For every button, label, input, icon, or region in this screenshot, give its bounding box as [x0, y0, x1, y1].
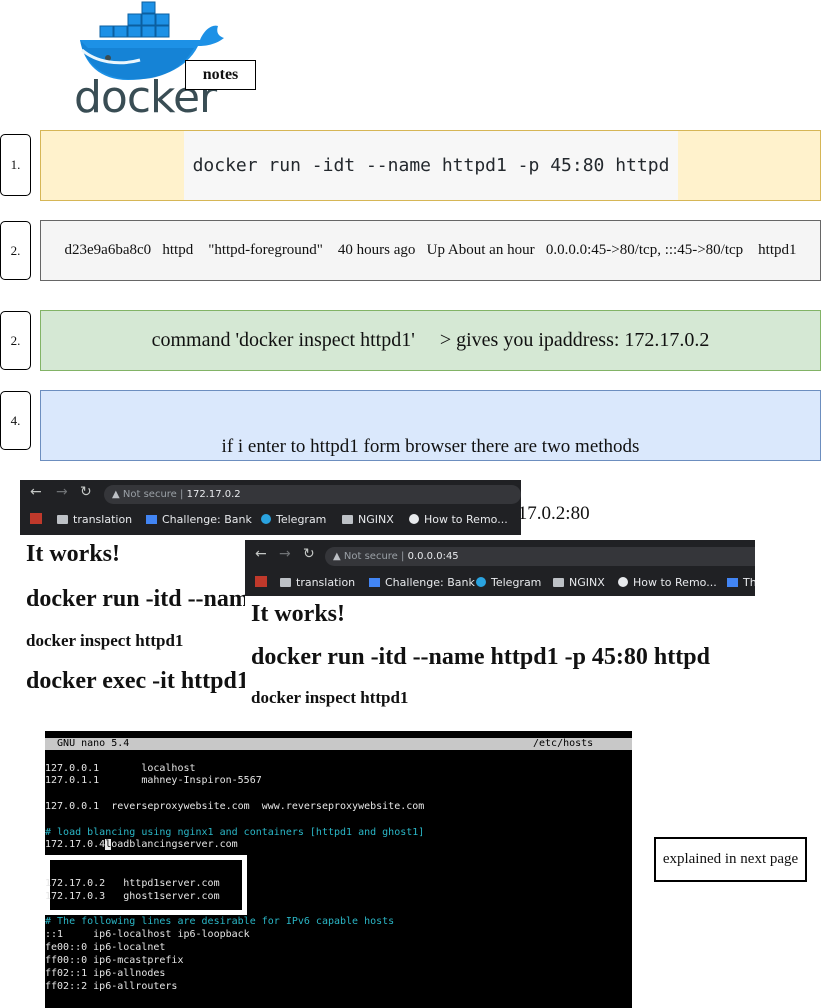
- video-icon: [369, 578, 380, 587]
- bookmark-nginx[interactable]: NGINX: [553, 576, 605, 589]
- address-bar[interactable]: ▲ Not secure | 172.17.0.2: [104, 485, 521, 504]
- page-b-line2: docker inspect httpd1: [251, 688, 409, 707]
- forward-arrow-icon[interactable]: →: [279, 546, 291, 562]
- docker-inspect-note: command 'docker inspect httpd1' > gives …: [40, 310, 821, 371]
- page-a-line3: docker exec -it httpd1: [26, 668, 249, 694]
- browser-window-b: ← → ↻ ▲ Not secure | 0.0.0.0:45 translat…: [245, 540, 755, 596]
- nano-title-bar: GNU nano 5.4 /etc/hosts: [45, 738, 632, 750]
- telegram-icon: [261, 514, 271, 524]
- step-1-panel: docker run -idt --name httpd1 -p 45:80 h…: [40, 130, 821, 201]
- bookmark-telegram[interactable]: Telegram: [476, 576, 541, 589]
- url-text: 172.17.0.2: [186, 489, 241, 500]
- bookmark-app-icon[interactable]: [30, 513, 47, 526]
- browser-window-a: ← → ↻ ▲ Not secure | 172.17.0.2 translat…: [20, 480, 521, 535]
- reload-icon[interactable]: ↻: [80, 484, 92, 500]
- hosts-comment: # load blancing using nginx1 and contain…: [45, 827, 425, 838]
- nano-version: GNU nano 5.4: [45, 738, 130, 749]
- hosts-line-loadbalancer[interactable]: 172.17.0.4loadblancingserver.com: [45, 839, 238, 851]
- hosts-line: 127.0.1.1 mahney-Inspiron-5567: [45, 775, 262, 786]
- reload-icon[interactable]: ↻: [303, 546, 315, 562]
- forward-arrow-icon[interactable]: →: [56, 484, 68, 500]
- folder-icon: [280, 578, 291, 587]
- not-secure-label: Not secure: [122, 489, 177, 500]
- bookmarks-bar: translation Challenge: Bank Telegram NGI…: [20, 508, 521, 532]
- explained-note: explained in next page: [654, 837, 807, 882]
- hosts-line: 127.0.0.1 localhost: [45, 763, 196, 774]
- page-a-heading: It works!: [26, 541, 120, 567]
- hosts-line: ff00::0 ip6-mcastprefix: [45, 955, 184, 966]
- bookmark-translation[interactable]: translation: [57, 513, 132, 526]
- hosts-line: 172.17.0.3 ghost1server.com: [45, 891, 220, 902]
- folder-icon: [342, 515, 353, 524]
- warning-icon: ▲: [333, 551, 341, 562]
- notes-label: notes: [185, 60, 256, 90]
- hosts-line: 127.0.0.1 reverseproxywebsite.com www.re…: [45, 801, 425, 812]
- browser-nav-bar: ← → ↻ ▲ Not secure | 0.0.0.0:45: [245, 540, 755, 568]
- nano-file-path: /etc/hosts: [533, 738, 594, 749]
- docker-ps-output: d23e9a6ba8c0 httpd "httpd-foreground" 40…: [40, 220, 821, 281]
- url-text: 0.0.0.0:45: [407, 551, 459, 562]
- methods-heading: if i enter to httpd1 form browser there …: [221, 436, 640, 457]
- video-icon: [727, 578, 738, 587]
- bookmark-challenge-bank[interactable]: Challenge: Bank: [146, 513, 252, 526]
- back-arrow-icon[interactable]: ←: [255, 546, 267, 562]
- video-icon: [146, 515, 157, 524]
- step-number: 2.: [0, 221, 31, 280]
- github-icon: [618, 577, 628, 587]
- nano-terminal: GNU nano 5.4 /etc/hosts 127.0.0.1 localh…: [45, 731, 632, 1008]
- folder-icon: [553, 578, 564, 587]
- step-number: 2.: [0, 311, 31, 370]
- bookmark-nginx[interactable]: NGINX: [342, 513, 394, 526]
- hosts-line: ::1 ip6-localhost ip6-loopback: [45, 929, 250, 940]
- hosts-line: ff02::1 ip6-allnodes: [45, 968, 166, 979]
- page-b-heading: It works!: [251, 601, 345, 627]
- bookmark-how-to[interactable]: How to Remo...: [618, 576, 717, 589]
- hosts-comment: # The following lines are desirable for …: [45, 916, 395, 927]
- bookmark-challenge-bank[interactable]: Challenge: Bank: [369, 576, 475, 589]
- address-bar[interactable]: ▲ Not secure | 0.0.0.0:45: [325, 547, 755, 566]
- docker-run-command: docker run -idt --name httpd1 -p 45:80 h…: [184, 131, 678, 200]
- step-number: 1.: [0, 134, 31, 196]
- not-secure-label: Not secure: [343, 551, 398, 562]
- hosts-line: ff02::2 ip6-allrouters: [45, 981, 178, 992]
- bookmark-truncated[interactable]: Th: [727, 576, 755, 589]
- page-b-line1: docker run -itd --name httpd1 -p 45:80 h…: [251, 644, 710, 670]
- bookmark-telegram[interactable]: Telegram: [261, 513, 326, 526]
- back-arrow-icon[interactable]: ←: [30, 484, 42, 500]
- step-number: 4.: [0, 391, 31, 450]
- page-a-line2: docker inspect httpd1: [26, 631, 184, 650]
- github-icon: [409, 514, 419, 524]
- browser-nav-bar: ← → ↻ ▲ Not secure | 172.17.0.2: [20, 480, 521, 508]
- hosts-line: 172.17.0.2 httpd1server.com: [45, 878, 220, 889]
- browser-methods-note: if i enter to httpd1 form browser there …: [40, 390, 821, 591]
- hosts-line: fe00::0 ip6-localnet: [45, 942, 166, 953]
- bookmark-app-icon[interactable]: [255, 576, 272, 589]
- bookmark-how-to[interactable]: How to Remo...: [409, 513, 508, 526]
- bookmark-translation[interactable]: translation: [280, 576, 355, 589]
- warning-icon: ▲: [112, 489, 120, 500]
- folder-icon: [57, 515, 68, 524]
- telegram-icon: [476, 577, 486, 587]
- bookmarks-bar: translation Challenge: Bank Telegram NGI…: [245, 571, 755, 595]
